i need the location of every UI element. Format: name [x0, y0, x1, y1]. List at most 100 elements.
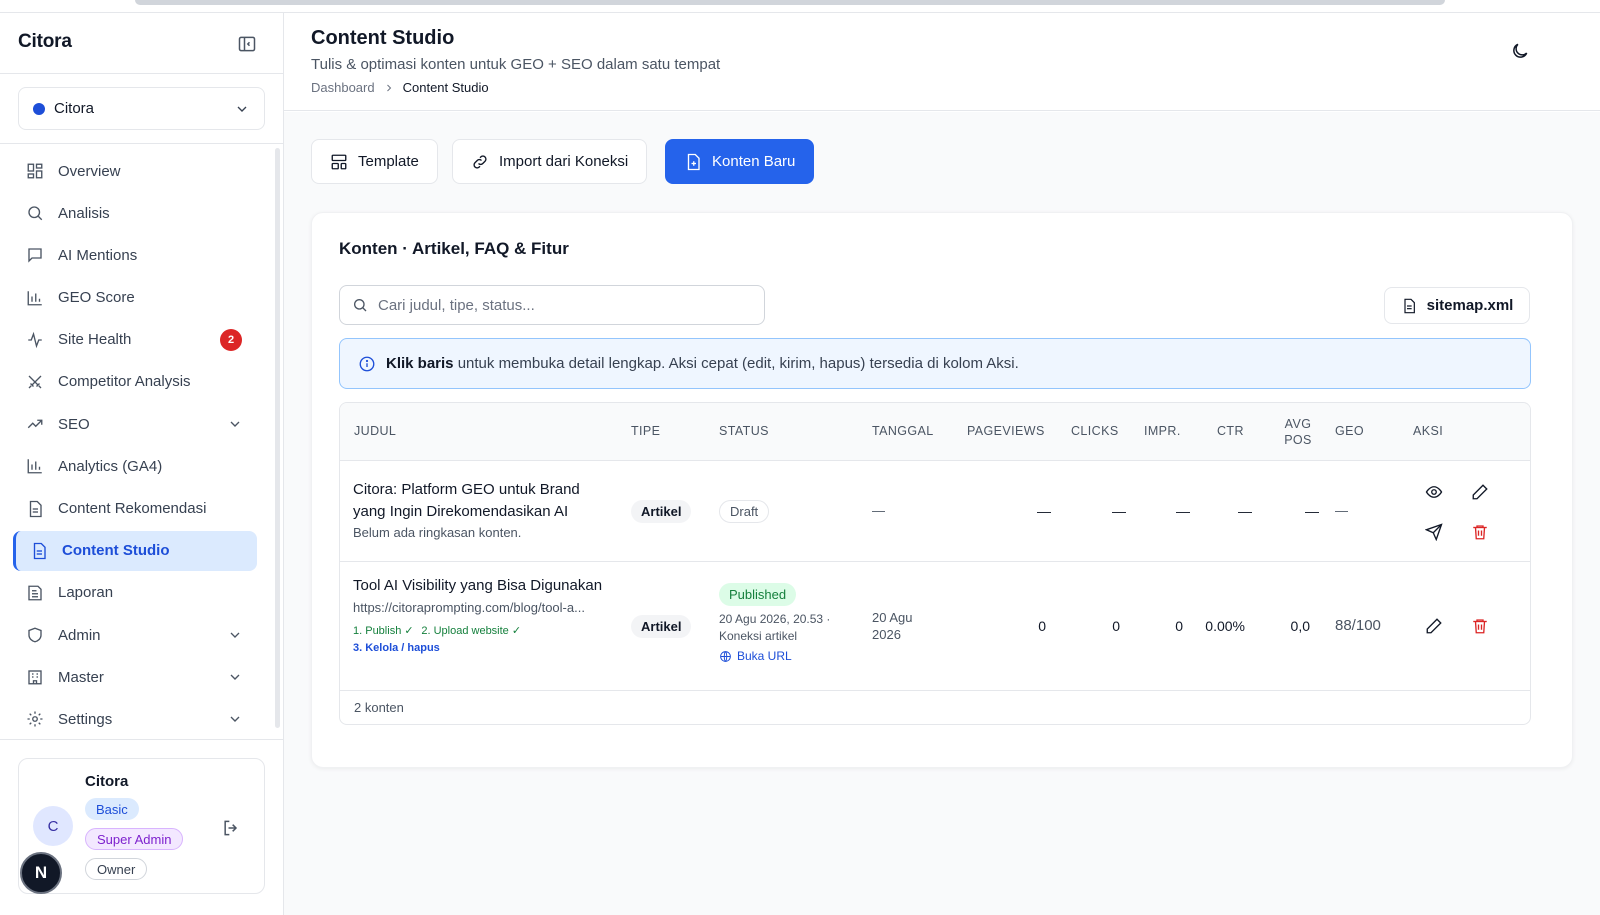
row-url[interactable]: https://citoraprompting.com/blog/tool-a.…: [353, 600, 613, 615]
new-content-button-label: Konten Baru: [712, 153, 796, 170]
column-header[interactable]: CTR: [1217, 424, 1244, 438]
column-header[interactable]: Tanggal: [872, 424, 934, 438]
sidebar-collapse-icon[interactable]: [237, 34, 257, 54]
chevron-down-icon: [230, 632, 240, 639]
status-meta: 20 Agu 2026, 20.53 · Koneksi artikel: [719, 612, 831, 643]
search-input[interactable]: [378, 296, 738, 314]
sidebar-item-overview[interactable]: Overview: [13, 151, 257, 191]
file-text-icon: [1404, 298, 1415, 313]
browser-top-strip: [0, 0, 1600, 13]
sidebar-item-label: Settings: [58, 710, 113, 728]
table-row[interactable]: Citora: Platform GEO untuk Brand yang In…: [340, 461, 1530, 562]
row-title: Citora: Platform GEO untuk Brand yang In…: [353, 481, 580, 520]
page-header: Content Studio Tulis & optimasi konten u…: [284, 13, 1600, 111]
chevron-down-icon: [230, 421, 240, 428]
shield-icon: [26, 626, 44, 644]
sidebar-item-admin[interactable]: Admin: [13, 615, 257, 655]
sidebar-item-label: Laporan: [58, 584, 114, 602]
sidebar-item-label: Admin: [58, 626, 101, 644]
sidebar-item-settings[interactable]: Settings: [13, 699, 257, 739]
breadcrumb: Dashboard Content Studio: [311, 80, 489, 95]
template-button[interactable]: Template: [311, 139, 438, 184]
sidebar-item-competitor-analysis[interactable]: Competitor Analysis: [13, 362, 257, 402]
page-subtitle: Tulis & optimasi konten untuk GEO + SEO …: [311, 56, 721, 73]
workspace-selector[interactable]: Citora: [18, 87, 265, 130]
sidebar-item-seo[interactable]: SEO: [13, 404, 257, 444]
open-url-link[interactable]: Buka URL: [719, 649, 849, 663]
import-button[interactable]: Import dari Koneksi: [452, 139, 648, 184]
column-header[interactable]: GEO: [1335, 424, 1364, 438]
column-header[interactable]: Tipe: [631, 424, 660, 438]
chevron-down-icon: [230, 716, 240, 723]
step-manage[interactable]: 3. Kelola / hapus: [353, 642, 440, 654]
sidebar-item-analytics[interactable]: Analytics (GA4): [13, 446, 257, 486]
bar-chart-icon: [26, 289, 44, 307]
workspace-name: Citora: [54, 100, 95, 117]
column-header[interactable]: Status: [719, 424, 769, 438]
pencil-icon[interactable]: [1425, 617, 1443, 635]
sidebar-item-content-rekomendasi[interactable]: Content Rekomendasi: [13, 489, 257, 529]
sidebar-item-label: Master: [58, 668, 104, 686]
user-name: Citora: [85, 773, 129, 790]
sidebar-item-content-studio[interactable]: Content Studio: [13, 530, 257, 571]
sidebar-divider: [0, 73, 284, 74]
pencil-icon[interactable]: [1471, 483, 1489, 501]
column-header[interactable]: Pageviews: [967, 424, 1045, 438]
sidebar-item-geo-score[interactable]: GEO Score: [13, 278, 257, 318]
sidebar-item-laporan[interactable]: Laporan: [13, 573, 257, 613]
impr-cell: 0: [1175, 618, 1183, 634]
brand-name: Citora: [18, 31, 72, 52]
avgpos-cell: 0,0: [1290, 618, 1310, 634]
logout-icon[interactable]: [221, 818, 241, 838]
sitemap-button[interactable]: sitemap.xml: [1384, 287, 1530, 324]
table-row[interactable]: Tool AI Visibility yang Bisa Digunakan h…: [340, 562, 1530, 691]
geo-cell: 88/100: [1335, 617, 1381, 634]
chevron-down-icon: [230, 674, 240, 681]
breadcrumb-dashboard[interactable]: Dashboard: [311, 80, 375, 95]
content-table: Judul Tipe Status Tanggal Pageviews Clic…: [339, 402, 1531, 725]
link-icon: [473, 154, 487, 169]
column-header: Aksi: [1413, 424, 1444, 438]
sidebar-scrollbar[interactable]: [275, 148, 280, 728]
sidebar-item-ai-mentions[interactable]: AI Mentions: [13, 235, 257, 275]
info-text: untuk membuka detail lengkap. Aksi cepat…: [457, 355, 1019, 372]
trash-icon[interactable]: [1471, 617, 1489, 635]
sidebar-item-site-health[interactable]: Site Health 2: [13, 320, 257, 360]
layout-template-icon: [331, 154, 347, 169]
search-box: [339, 285, 765, 325]
sidebar-divider: [0, 739, 284, 740]
file-text-icon: [26, 500, 44, 518]
swords-icon: [26, 373, 44, 391]
new-content-button[interactable]: Konten Baru: [665, 139, 815, 184]
column-header[interactable]: Impr.: [1144, 424, 1181, 438]
info-bold-text: Klik baris: [386, 355, 454, 372]
role-badge-basic: Basic: [85, 798, 139, 820]
clicks-cell: 0: [1112, 618, 1120, 634]
column-header[interactable]: Clicks: [1071, 424, 1119, 438]
content-card: Konten · Artikel, FAQ & Fitur sitemap.xm…: [311, 212, 1573, 768]
search-icon: [354, 299, 367, 312]
sidebar-item-analisis[interactable]: Analisis: [13, 193, 257, 233]
file-plus-icon: [687, 153, 700, 170]
pageviews-cell: —: [1037, 503, 1051, 519]
info-icon: [359, 356, 375, 371]
chevron-down-icon: [237, 106, 247, 112]
sidebar-item-master[interactable]: Master: [13, 657, 257, 697]
ctr-cell: 0.00%: [1205, 618, 1245, 634]
date-cell: 20 Agu 2026: [872, 610, 913, 642]
eye-icon[interactable]: [1425, 483, 1443, 501]
column-header[interactable]: Avg Pos: [1278, 416, 1318, 448]
send-icon[interactable]: [1424, 523, 1443, 542]
chevron-right-icon: [386, 84, 391, 91]
grid-icon: [26, 162, 44, 180]
role-badge-super-admin: Super Admin: [85, 828, 184, 850]
template-button-label: Template: [358, 153, 419, 170]
column-header[interactable]: Judul: [354, 424, 396, 438]
sidebar-item-label: Content Studio: [62, 542, 170, 560]
dev-tools-button[interactable]: N: [20, 852, 62, 894]
main-content: Template Import dari Koneksi Konten Baru…: [284, 112, 1600, 915]
message-icon: [26, 246, 44, 264]
trash-icon[interactable]: [1471, 523, 1489, 541]
table-header: Judul Tipe Status Tanggal Pageviews Clic…: [340, 403, 1530, 461]
moon-icon[interactable]: [1510, 41, 1530, 61]
